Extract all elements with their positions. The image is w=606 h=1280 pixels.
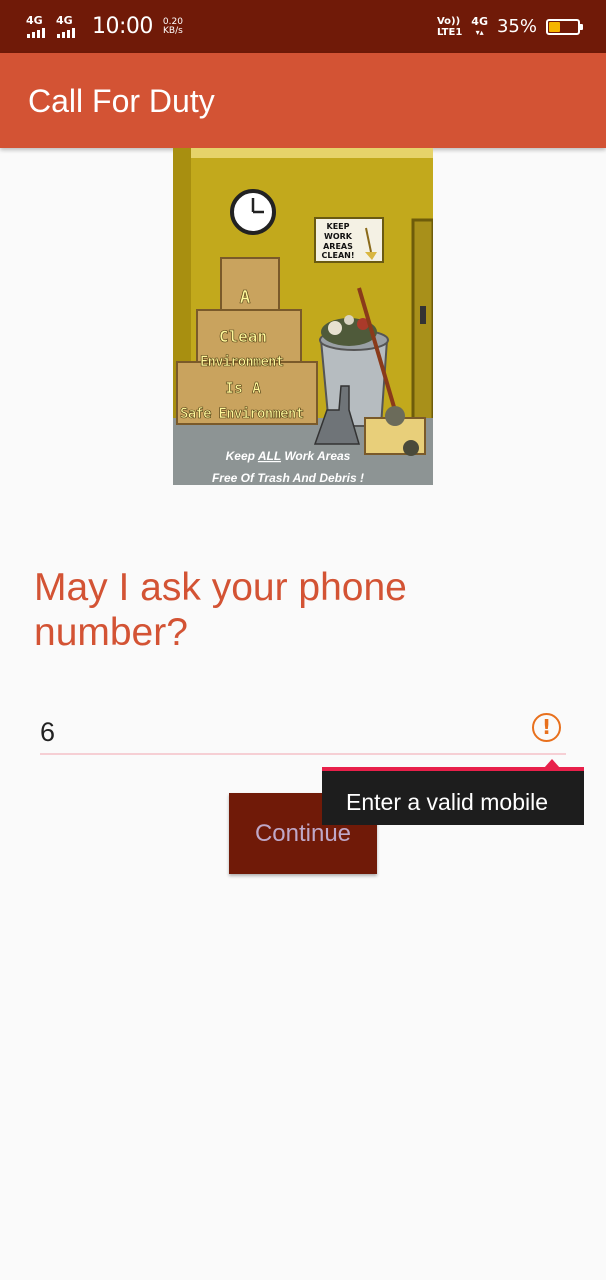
- data-arrows-icon: ▾▴: [475, 27, 484, 37]
- battery-icon: [546, 18, 583, 35]
- error-message: Enter a valid mobile: [346, 789, 548, 815]
- sim2-network-label: 4G: [56, 13, 73, 27]
- sign-text-1: KEEP: [327, 222, 350, 231]
- battery-percent: 35%: [496, 16, 537, 37]
- sign-text-4: CLEAN!: [322, 251, 355, 260]
- sign-text-3: AREAS: [323, 242, 353, 251]
- poster-footer-line2: Free Of Trash And Debris !: [212, 471, 364, 485]
- app-title: Call For Duty: [28, 83, 215, 119]
- status-left: 4G 4G 10:00 0.20 KB/s: [26, 0, 183, 53]
- input-underline: [40, 753, 566, 755]
- sign-text-2: WORK: [324, 232, 353, 241]
- mobile-data-label: 4G: [471, 14, 488, 28]
- sim1-signal-icon: 4G: [26, 14, 48, 40]
- phone-question: May I ask your phone number?: [34, 566, 407, 654]
- network-speed: 0.20 KB/s: [163, 17, 183, 36]
- box-text-clean: Clean: [219, 327, 267, 346]
- status-bar: 4G 4G 10:00 0.20 KB/s Vo)) LTE1 4G ▾▴ 35…: [0, 0, 606, 53]
- mobile-data-icon: 4G ▾▴: [471, 16, 488, 38]
- lte-label: LTE1: [436, 26, 463, 38]
- error-tooltip: Enter a valid mobile: [322, 759, 584, 825]
- network-speed-unit: KB/s: [163, 25, 183, 36]
- sim2-signal-icon: 4G: [56, 14, 78, 40]
- clock-icon: [230, 189, 276, 235]
- tooltip-arrow-icon: [544, 759, 560, 768]
- app-bar: Call For Duty: [0, 53, 606, 148]
- status-time: 10:00: [92, 14, 153, 39]
- box-text-a: A: [240, 287, 251, 308]
- clean-environment-poster: KEEP WORK AREAS CLEAN! A Clean Environme…: [173, 148, 433, 485]
- box-text-safe-environment: Safe Environment: [180, 406, 304, 422]
- volte-icon: Vo)) LTE1: [437, 16, 462, 38]
- sim1-network-label: 4G: [26, 13, 43, 27]
- status-right: Vo)) LTE1 4G ▾▴ 35%: [437, 0, 583, 53]
- battery-level: [549, 21, 560, 32]
- poster-footer-line1: Keep ALL Work Areas: [226, 449, 351, 463]
- phone-input[interactable]: [40, 712, 520, 752]
- error-exclamation-icon[interactable]: !: [532, 713, 561, 742]
- volte-label: Vo)): [436, 15, 461, 27]
- box-text-environment: Environment: [200, 354, 284, 370]
- box-text-is-a: Is A: [225, 379, 261, 397]
